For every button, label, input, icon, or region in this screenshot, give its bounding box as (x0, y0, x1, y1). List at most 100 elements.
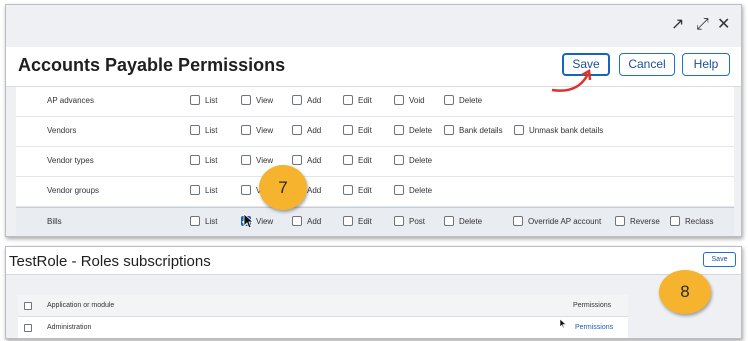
option-reverse[interactable]: Reverse (615, 215, 660, 228)
row-label: Vendors (47, 126, 77, 135)
checkbox[interactable] (670, 215, 680, 226)
close-icon[interactable]: ✕ (717, 17, 730, 33)
option-reclass[interactable]: Reclass (670, 215, 714, 228)
option-edit[interactable]: Edit (343, 124, 372, 137)
permissions-grid: AP advances List View Add Edit Void Dele… (16, 87, 734, 236)
option-label: List (205, 96, 218, 105)
option-label: List (205, 126, 218, 135)
option-label: List (205, 186, 218, 195)
option-bank-details[interactable]: Bank details (444, 124, 503, 137)
checkbox[interactable] (190, 215, 200, 226)
option-label: Add (307, 156, 322, 165)
option-label: Reclass (685, 217, 714, 226)
option-delete[interactable]: Delete (394, 184, 433, 197)
permissions-link[interactable]: Permissions (575, 324, 613, 331)
checkbox[interactable] (343, 184, 353, 195)
checkbox[interactable] (241, 154, 251, 165)
option-edit[interactable]: Edit (343, 94, 372, 107)
checkbox[interactable] (514, 124, 524, 135)
checkbox[interactable] (292, 124, 302, 135)
option-add[interactable]: Add (292, 94, 321, 107)
checkbox[interactable] (444, 124, 454, 135)
permission-row-ap-advances: AP advances List View Add Edit Void Dele… (16, 87, 734, 117)
option-post[interactable]: Post (394, 215, 425, 228)
checkbox[interactable] (292, 94, 302, 105)
annotation-arrow (551, 68, 592, 92)
row-checkbox[interactable] (24, 324, 32, 332)
option-edit[interactable]: Edit (343, 215, 372, 228)
cancel-button[interactable]: Cancel (619, 53, 675, 76)
option-label: Edit (358, 156, 372, 165)
subscriptions-save-button[interactable]: Save (703, 252, 736, 267)
option-edit[interactable]: Edit (343, 184, 372, 197)
page-title: Accounts Payable Permissions (18, 55, 286, 75)
option-label: View (256, 96, 274, 105)
option-delete[interactable]: Delete (394, 154, 432, 167)
checkbox[interactable] (394, 154, 404, 165)
checkbox[interactable] (292, 154, 302, 165)
option-view[interactable]: View (241, 94, 274, 107)
row-label: AP advances (47, 96, 94, 105)
option-label: Delete (409, 186, 433, 195)
select-all-checkbox[interactable] (24, 302, 32, 310)
option-label: Bank details (459, 126, 503, 135)
option-list[interactable]: List (190, 184, 218, 197)
option-label: Unmask bank details (529, 126, 604, 135)
option-list[interactable]: List (190, 94, 218, 107)
option-label: Add (307, 126, 322, 135)
option-label: Edit (358, 96, 372, 105)
checkbox[interactable] (190, 124, 200, 135)
option-label: Add (307, 217, 322, 226)
checkbox[interactable] (444, 94, 454, 105)
option-void[interactable]: Void (394, 94, 425, 107)
checkbox[interactable] (513, 215, 523, 226)
permission-row-bills: Bills List View Add Edit Post Delete Ove… (16, 207, 734, 236)
option-label: Edit (358, 186, 372, 195)
checkbox[interactable] (343, 94, 353, 105)
option-add[interactable]: Add (292, 124, 322, 137)
option-view[interactable]: View (241, 124, 273, 137)
option-edit[interactable]: Edit (343, 154, 372, 167)
option-delete[interactable]: Delete (444, 94, 483, 107)
expand-icon[interactable]: ⤢ (696, 17, 709, 33)
option-view[interactable]: View (241, 154, 274, 167)
option-list[interactable]: List (190, 124, 218, 137)
option-delete[interactable]: Delete (444, 215, 483, 228)
option-delete[interactable]: Delete (394, 124, 433, 137)
checkbox[interactable] (394, 184, 404, 195)
checkbox[interactable] (241, 124, 251, 135)
checkbox[interactable] (343, 124, 353, 135)
checkbox[interactable] (190, 154, 200, 165)
row-label: Vendor types (47, 156, 94, 165)
checkbox[interactable] (190, 94, 200, 105)
option-unmask-bank-details[interactable]: Unmask bank details (514, 124, 604, 137)
checkbox[interactable] (343, 154, 353, 165)
option-label: Delete (459, 217, 483, 226)
checkbox[interactable] (394, 124, 404, 135)
checkbox[interactable] (190, 184, 200, 195)
checkbox[interactable] (444, 215, 454, 226)
table-header: Application or module Permissions (18, 295, 628, 317)
option-label: Delete (459, 96, 483, 105)
option-list[interactable]: List (190, 215, 218, 228)
option-label: List (205, 217, 218, 226)
checkbox[interactable] (241, 184, 251, 195)
checkbox[interactable] (343, 215, 353, 226)
checkbox[interactable] (615, 215, 625, 226)
option-label: Delete (409, 126, 433, 135)
checkbox[interactable] (394, 215, 404, 226)
option-label: View (256, 156, 274, 165)
permission-row-vendor-types: Vendor types List View Add Edit Delete (16, 147, 734, 177)
option-add[interactable]: Add (292, 154, 322, 167)
subscriptions-panel: TestRole - Roles subscriptions Save Appl… (5, 246, 742, 339)
option-add[interactable]: Add (292, 215, 322, 228)
checkbox[interactable] (292, 215, 302, 226)
option-label: Reverse (630, 217, 660, 226)
option-override-ap-account[interactable]: Override AP account (513, 215, 601, 228)
checkbox[interactable] (394, 94, 404, 105)
help-button[interactable]: Help (682, 53, 730, 76)
option-list[interactable]: List (190, 154, 217, 167)
step-8-callout: 8 (659, 270, 711, 314)
checkbox[interactable] (241, 94, 251, 105)
external-link-icon[interactable]: ↗ (671, 17, 684, 33)
